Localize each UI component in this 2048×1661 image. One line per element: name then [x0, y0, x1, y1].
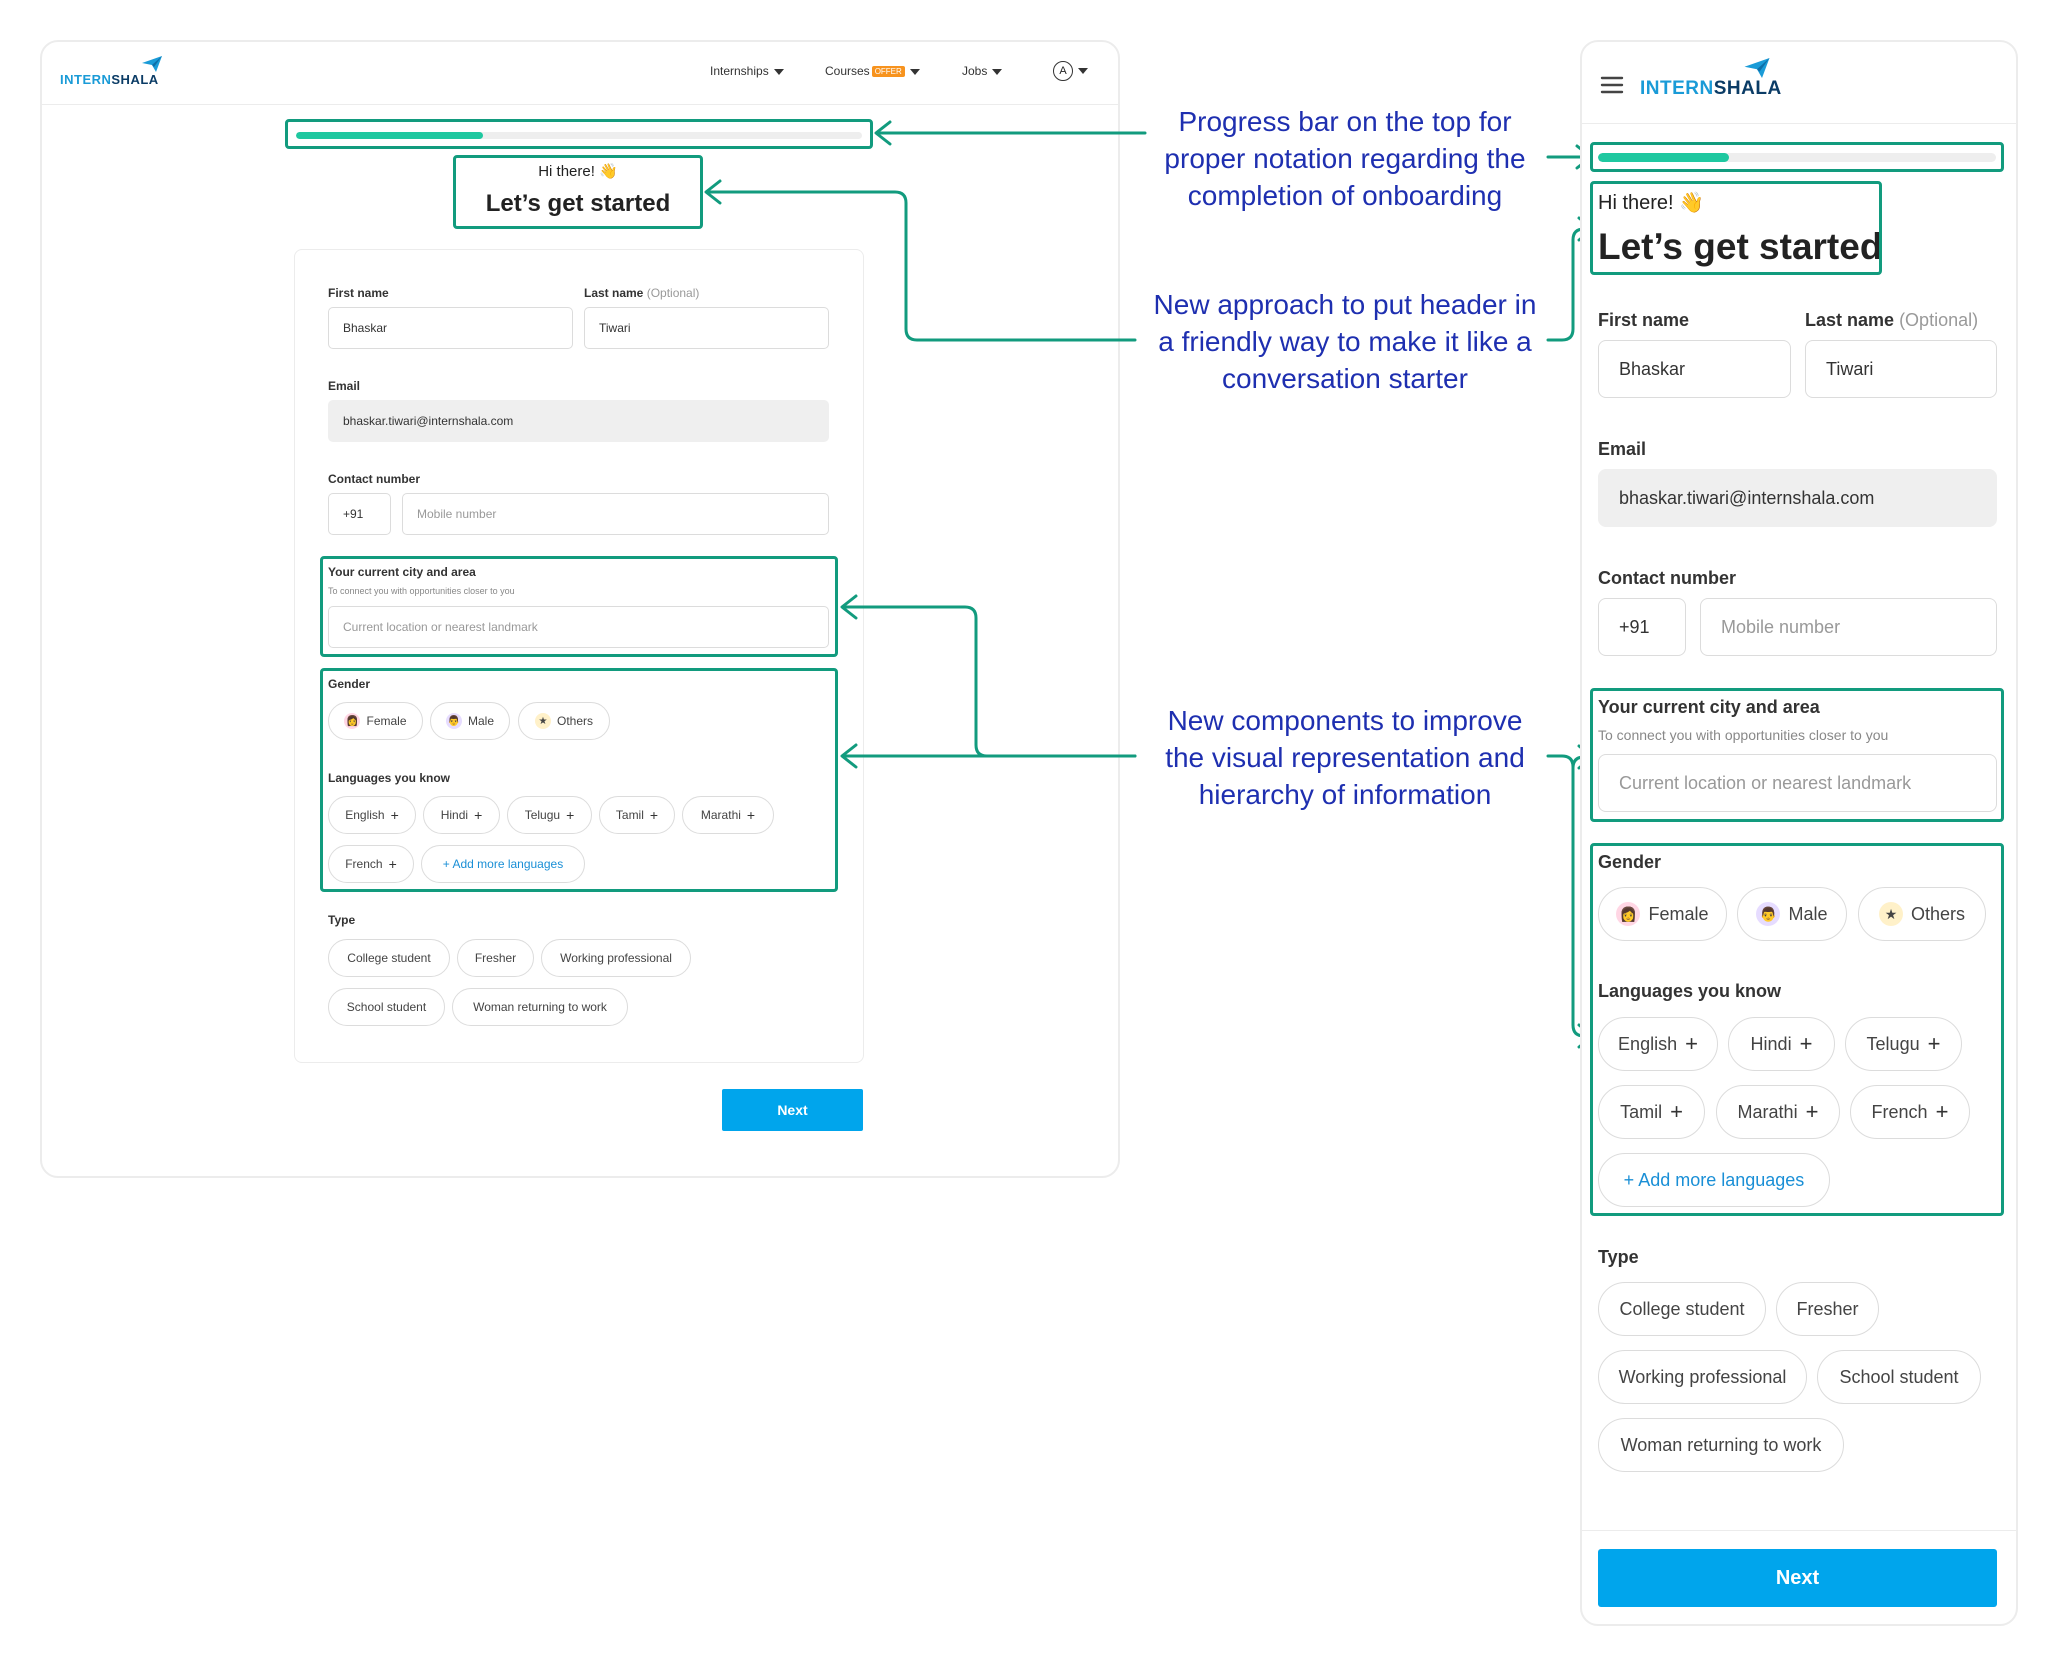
mobile-country-code-input[interactable]: +91 — [1598, 598, 1686, 656]
paper-plane-icon — [1744, 58, 1770, 78]
mobile-brand-logo[interactable]: INTERNSHALA — [1640, 58, 1790, 102]
mobile-highlight-progress — [1590, 142, 2004, 172]
mobile-last-name-input[interactable]: Tiwari — [1805, 340, 1997, 398]
type-label-text: Fresher — [1796, 1298, 1859, 1319]
mobile-next-button[interactable]: Next — [1598, 1549, 1997, 1607]
mobile-highlight-gender-languages — [1590, 843, 2004, 1216]
type-label-text: Working professional — [1618, 1366, 1787, 1387]
mobile-last-name-label: Last name (Optional) — [1805, 310, 1978, 331]
mobile-type-label: Type — [1598, 1247, 1639, 1267]
mobile-highlight-header — [1590, 181, 1882, 275]
mobile-mobile-number-input[interactable]: Mobile number — [1700, 598, 1997, 656]
brand-shala: SHALA — [1713, 78, 1782, 99]
mobile-type-chip-college-student[interactable]: College student — [1598, 1282, 1766, 1336]
mobile-highlight-city — [1590, 688, 2004, 822]
mobile-footer-divider — [1582, 1530, 2016, 1531]
mobile-type-chip-working-professional[interactable]: Working professional — [1598, 1350, 1807, 1404]
mobile-email-input[interactable]: bhaskar.tiwari@internshala.com — [1598, 469, 1997, 527]
mobile-contact-label: Contact number — [1598, 568, 1737, 588]
last-name-optional: (Optional) — [1899, 310, 1979, 330]
mobile-first-name-input[interactable]: Bhaskar — [1598, 340, 1791, 398]
type-label-text: Woman returning to work — [1620, 1434, 1822, 1455]
mobile-type-chip-fresher[interactable]: Fresher — [1776, 1282, 1879, 1336]
mobile-first-name-label: First name — [1598, 310, 1690, 330]
type-label-text: School student — [1839, 1366, 1959, 1387]
mobile-type-chip-school-student[interactable]: School student — [1817, 1350, 1981, 1404]
type-label-text: College student — [1619, 1298, 1745, 1319]
mobile-type-chip-woman-returning[interactable]: Woman returning to work — [1598, 1418, 1844, 1472]
hamburger-menu-icon[interactable] — [1600, 76, 1624, 94]
brand-intern: INTERN — [1640, 78, 1714, 99]
mobile-nav-divider — [1582, 123, 2016, 124]
mobile-email-label: Email — [1598, 439, 1647, 459]
last-name-label-text: Last name — [1805, 310, 1895, 330]
